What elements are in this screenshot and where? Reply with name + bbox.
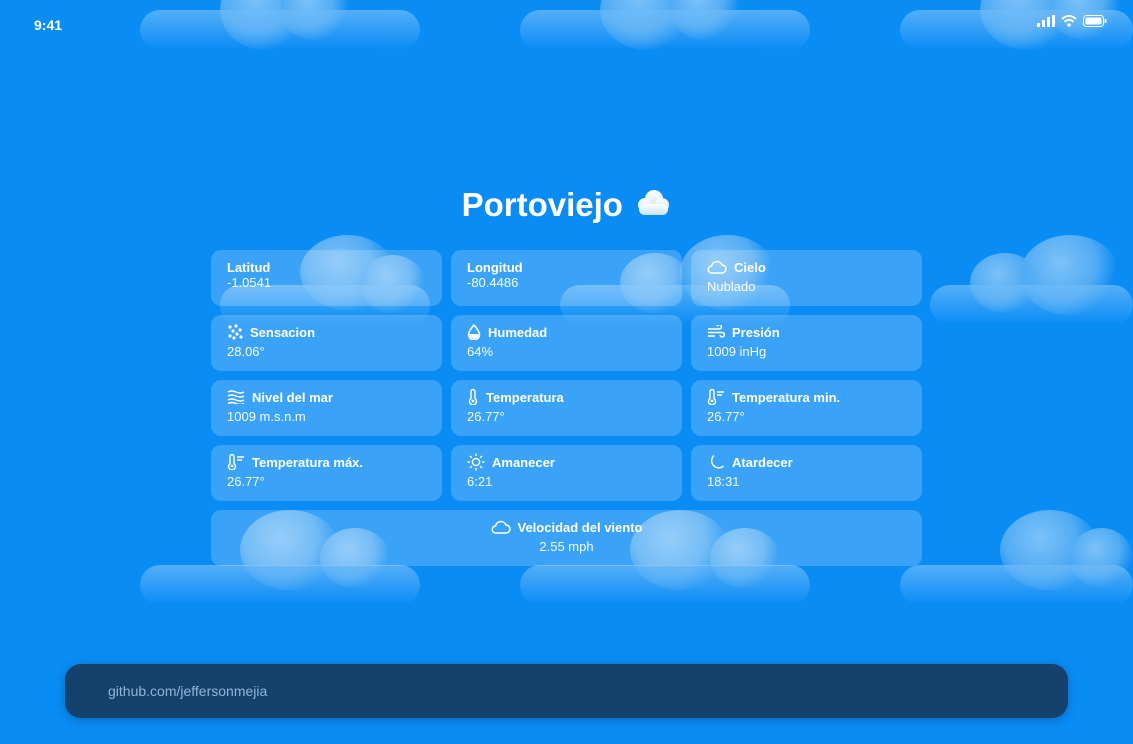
- card-label: Sensacion: [250, 324, 316, 340]
- footer-link[interactable]: github.com/jeffersonmejia: [108, 683, 267, 699]
- card-value: 26.77°: [467, 409, 505, 424]
- cloud-decoration: [930, 235, 1133, 325]
- card-label: Humedad: [488, 324, 548, 340]
- card-value: 26.77°: [227, 474, 265, 489]
- card-amanecer: Amanecer 6:21: [451, 445, 682, 501]
- battery-icon: [1083, 15, 1107, 27]
- card-value: 2.55 mph: [539, 539, 594, 554]
- card-value: 1009 m.s.n.m: [227, 409, 306, 424]
- card-temperatura: Temperatura 26.77°: [451, 380, 682, 436]
- status-time: 9:41: [34, 17, 63, 33]
- status-icons: [1037, 15, 1107, 27]
- cloud-outline-icon: [491, 520, 511, 534]
- card-label: Temperatura min.: [732, 389, 841, 405]
- card-label: Amanecer: [492, 454, 555, 470]
- cloud-decoration: [900, 510, 1133, 605]
- card-cielo: Cielo Nublado: [691, 250, 922, 306]
- waves-icon: [227, 390, 245, 404]
- card-label: Longitud: [467, 259, 523, 275]
- card-value: 64%: [467, 344, 494, 359]
- card-velocidad-viento: Velocidad del viento 2.55 mph: [211, 510, 922, 566]
- card-temperatura-max: Temperatura máx. 26.77°: [211, 445, 442, 501]
- card-value: 6:21: [467, 474, 493, 489]
- card-label: Temperatura: [486, 389, 564, 405]
- card-atardecer: Atardecer 18:31: [691, 445, 922, 501]
- sun-icon: [467, 453, 485, 471]
- card-sensacion: Sensacion 28.06°: [211, 315, 442, 371]
- card-value: Nublado: [707, 279, 756, 294]
- card-label: Atardecer: [732, 454, 793, 470]
- city-header: Portoviejo: [0, 186, 1133, 224]
- card-longitud: Longitud -80.4486: [451, 250, 682, 306]
- signal-icon: [1037, 15, 1055, 27]
- card-label: Temperatura máx.: [252, 454, 364, 470]
- card-latitud: Latitud -1.0541: [211, 250, 442, 306]
- card-value: 26.77°: [707, 409, 745, 424]
- card-nivel-del-mar: Nivel del mar 1009 m.s.n.m: [211, 380, 442, 436]
- card-value: 18:31: [707, 474, 740, 489]
- card-label: Latitud: [227, 259, 271, 275]
- footer-bar[interactable]: github.com/jeffersonmejia: [65, 664, 1068, 718]
- thermometer-icon: [468, 389, 478, 405]
- city-name: Portoviejo: [461, 186, 623, 223]
- card-value: -1.0541: [227, 275, 272, 290]
- thermometer-high-icon: [227, 454, 244, 470]
- dots-icon: [228, 324, 243, 340]
- wifi-icon: [1061, 15, 1077, 27]
- card-label: Cielo: [734, 259, 766, 275]
- card-label: Nivel del mar: [252, 389, 333, 405]
- card-humedad: Humedad 64%: [451, 315, 682, 371]
- card-value: 28.06°: [227, 344, 265, 359]
- thermometer-low-icon: [707, 389, 724, 405]
- moon-icon: [710, 454, 724, 469]
- card-temperatura-min: Temperatura min. 26.77°: [691, 380, 922, 436]
- cloud-outline-icon: [707, 260, 727, 274]
- status-bar: 9:41: [0, 0, 1133, 48]
- cloud-icon: [635, 188, 671, 223]
- card-presion: Presión 1009 inHg: [691, 315, 922, 371]
- card-label: Presión: [732, 324, 780, 340]
- card-value: 1009 inHg: [707, 344, 767, 359]
- wind-icon: [708, 325, 725, 338]
- droplet-icon: [467, 324, 481, 340]
- card-value: -80.4486: [467, 275, 519, 290]
- card-label: Velocidad del viento: [517, 519, 643, 535]
